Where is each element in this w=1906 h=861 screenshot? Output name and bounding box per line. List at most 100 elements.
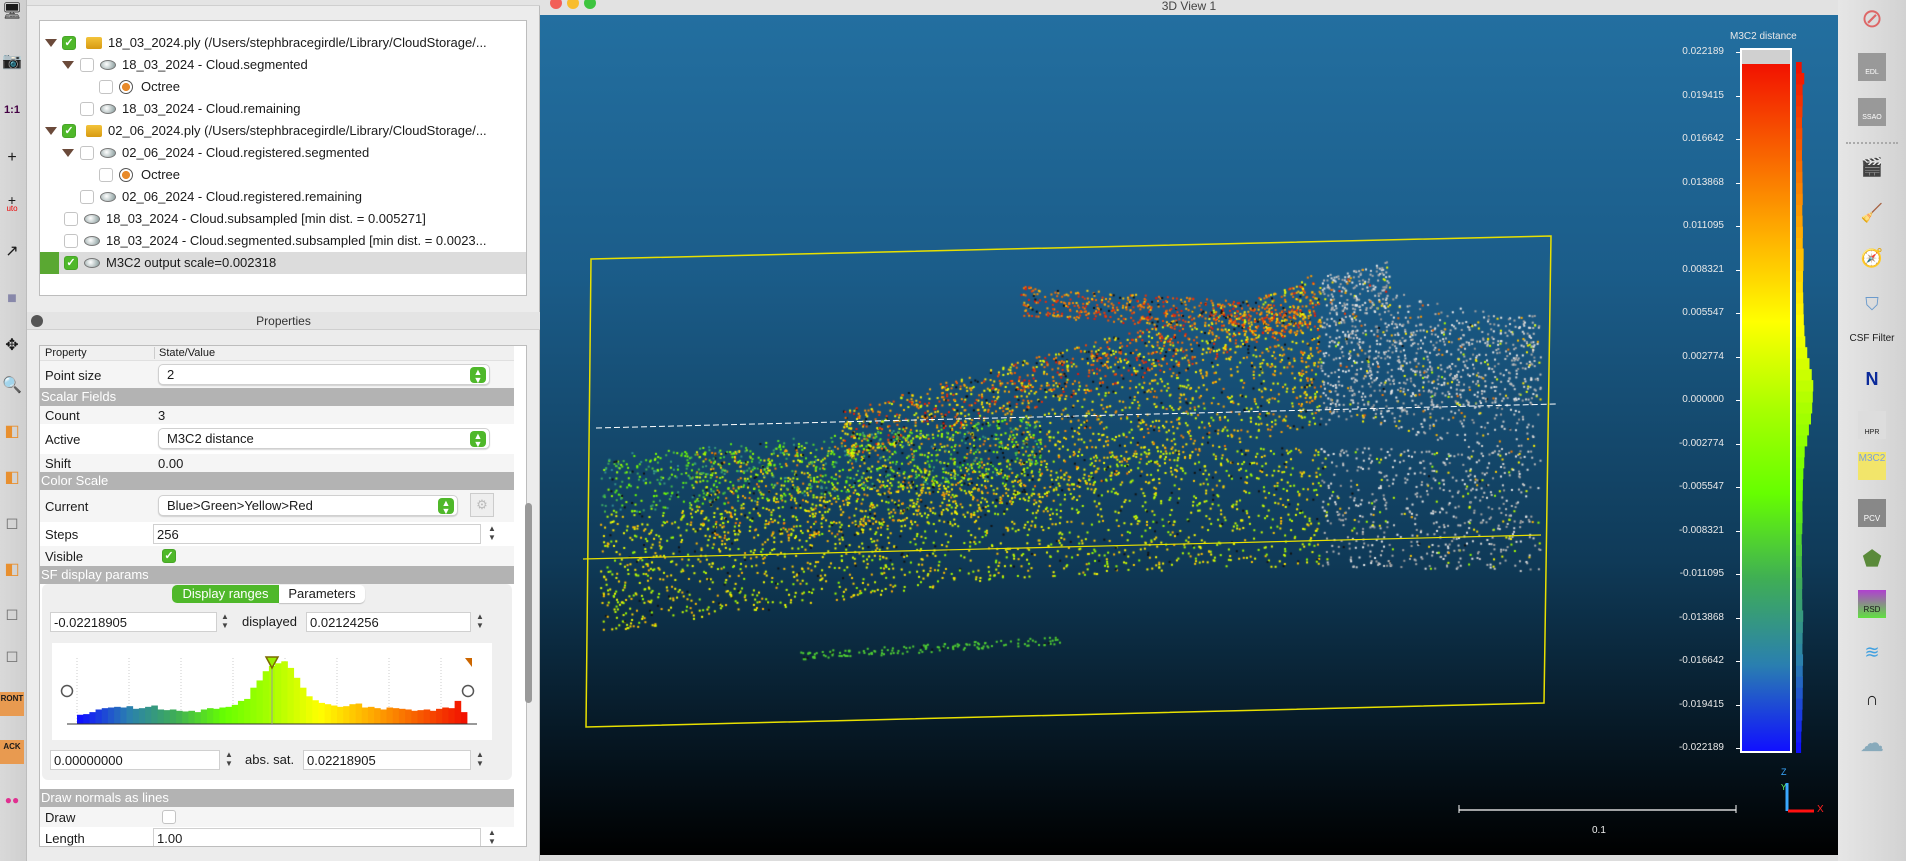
visibility-checkbox[interactable] xyxy=(80,102,94,116)
csf-filter-label[interactable]: CSF Filter xyxy=(1838,333,1906,344)
display-min-input[interactable]: -0.02218905 xyxy=(50,612,217,632)
zoom-magnifier-icon[interactable]: 🔍 xyxy=(0,374,24,398)
normal-orient-icon[interactable]: N xyxy=(1858,365,1886,393)
broom-icon[interactable]: 🧹 xyxy=(1858,199,1886,227)
color-bar-hist-bin xyxy=(1796,237,1803,249)
camera-icon[interactable]: 📷 xyxy=(0,50,24,74)
color-bar-hist-bin xyxy=(1796,654,1804,666)
expand-arrow-icon[interactable] xyxy=(62,149,74,157)
visibility-checkbox[interactable] xyxy=(80,190,94,204)
view-top-icon[interactable]: ◧ xyxy=(0,420,24,444)
display-icon[interactable]: 🖥 xyxy=(0,0,24,24)
expand-arrow-icon[interactable] xyxy=(45,127,57,135)
color-scale-combo[interactable]: Blue>Green>Yellow>Red ▲ ▼ xyxy=(158,495,458,516)
abs-sat-label: abs. sat. xyxy=(245,752,295,767)
visibility-checkbox[interactable]: ✓ xyxy=(62,124,76,138)
pcv-button[interactable]: PCV xyxy=(1858,499,1886,527)
length-spinner[interactable]: ▲ ▼ xyxy=(486,828,498,846)
sf-histogram[interactable] xyxy=(52,643,492,740)
draw-checkbox[interactable] xyxy=(162,810,176,824)
m3c2-button[interactable]: M3C2 xyxy=(1858,452,1886,480)
saturation-min-handle[interactable] xyxy=(60,684,74,698)
ssao-shader-button[interactable]: SSAO xyxy=(1858,98,1886,126)
color-bar-tick xyxy=(1736,617,1741,619)
layers-icon[interactable]: ≋ xyxy=(1858,638,1886,666)
tree-item[interactable]: 18_03_2024 - Cloud.segmented.subsampled … xyxy=(40,230,526,252)
color-bar-hist-bin xyxy=(1796,292,1804,304)
color-bar-tick xyxy=(1736,704,1741,706)
hpr-button[interactable]: HPR xyxy=(1858,411,1886,439)
color-dots-icon[interactable]: ●● xyxy=(0,788,24,812)
display-max-spinner[interactable]: ▲ ▼ xyxy=(474,612,486,632)
tree-item[interactable]: 02_06_2024 - Cloud.registered.segmented xyxy=(40,142,526,164)
sat-max-spinner[interactable]: ▲ ▼ xyxy=(474,750,486,770)
auto-pivot-icon[interactable]: + uto xyxy=(0,195,24,219)
sat-max-input[interactable]: 0.02218905 xyxy=(303,750,471,770)
tree-item[interactable]: ✓ M3C2 output scale=0.002318 xyxy=(40,252,526,274)
cloud-ruler-icon[interactable]: ☁ xyxy=(1858,730,1886,758)
tree-item[interactable]: Octree xyxy=(40,76,526,98)
visibility-checkbox[interactable]: ✓ xyxy=(62,36,76,50)
display-max-input[interactable]: 0.02124256 xyxy=(306,612,471,632)
stop-icon[interactable]: ⊘ xyxy=(1858,4,1886,32)
animation-clapper-icon[interactable]: 🎬 xyxy=(1858,153,1886,181)
tab-display-ranges[interactable]: Display ranges xyxy=(172,585,279,603)
display-min-spinner[interactable]: ▲ ▼ xyxy=(219,612,231,632)
front-iso-button[interactable]: RONT xyxy=(0,692,24,716)
view-left-icon[interactable]: ◻ xyxy=(0,512,24,536)
move-icon[interactable]: ✥ xyxy=(0,334,24,358)
steps-spinner[interactable]: ▲ ▼ xyxy=(486,524,498,544)
close-window-button[interactable] xyxy=(550,0,562,9)
expand-arrow-icon[interactable] xyxy=(62,61,74,69)
rsd-button[interactable]: RSD xyxy=(1858,590,1886,618)
tab-parameters[interactable]: Parameters xyxy=(279,585,365,603)
properties-table: Property State/Value Point size 2 ▲ ▼ Scal… xyxy=(39,345,527,847)
sat-min-input[interactable]: 0.00000000 xyxy=(50,750,220,770)
minimize-window-button[interactable] xyxy=(567,0,579,9)
back-iso-button[interactable]: ACK xyxy=(0,740,24,764)
float-panel-icon[interactable] xyxy=(31,315,43,327)
tree-item[interactable]: 18_03_2024 - Cloud.segmented xyxy=(40,54,526,76)
visibility-checkbox[interactable] xyxy=(64,212,78,226)
color-bar-tick xyxy=(1736,139,1741,140)
sat-min-spinner[interactable]: ▲ ▼ xyxy=(223,750,235,770)
properties-scrollbar[interactable] xyxy=(525,503,532,703)
view-bottom-icon[interactable]: ◻ xyxy=(0,645,24,669)
magnet-icon[interactable]: ∩ xyxy=(1858,685,1886,713)
view-front-icon[interactable]: ◧ xyxy=(0,466,24,490)
expand-arrow-icon[interactable] xyxy=(45,39,57,47)
color-bar-hist-bin xyxy=(1796,94,1803,107)
tree-item[interactable]: Octree xyxy=(40,164,526,186)
crosshair-icon[interactable]: + xyxy=(0,146,24,170)
dodecahedron-icon[interactable]: ⬟ xyxy=(1858,545,1886,573)
point-size-combo[interactable]: 2 ▲ ▼ xyxy=(158,364,490,385)
visibility-checkbox[interactable] xyxy=(99,80,113,94)
view-right-icon[interactable]: ◻ xyxy=(0,603,24,627)
maximize-window-button[interactable] xyxy=(584,0,596,9)
visibility-checkbox[interactable] xyxy=(80,146,94,160)
tree-item[interactable]: 02_06_2024 - Cloud.registered.remaining xyxy=(40,186,526,208)
saturation-max-handle[interactable] xyxy=(461,684,475,698)
3d-viewport[interactable]: 0.1 Z Y X M3C2 distance 0.022189 0.019415… xyxy=(540,15,1838,855)
view-back-icon[interactable]: ◧ xyxy=(0,558,24,582)
compass-icon[interactable]: 🧭 xyxy=(1858,244,1886,272)
visibility-checkbox[interactable]: ✓ xyxy=(64,256,78,270)
visibility-checkbox[interactable] xyxy=(64,234,78,248)
steps-input[interactable]: 256 xyxy=(153,524,481,544)
rotate-icon[interactable]: ↗ xyxy=(0,240,24,264)
tree-item[interactable]: 18_03_2024 - Cloud.remaining xyxy=(40,98,526,120)
edl-shader-button[interactable]: EDL xyxy=(1858,53,1886,81)
shield-icon[interactable]: ⛉ xyxy=(1858,290,1886,318)
tree-item[interactable]: ✓ 18_03_2024.ply (/Users/stephbracegirdle… xyxy=(40,32,526,54)
one-to-one-zoom-button[interactable]: 1:1 xyxy=(0,98,24,122)
tree-item[interactable]: 18_03_2024 - Cloud.subsampled [min dist.… xyxy=(40,208,526,230)
visibility-checkbox[interactable] xyxy=(99,168,113,182)
length-input[interactable]: 1.00 xyxy=(153,828,481,846)
histogram-bar xyxy=(145,706,152,724)
tree-item[interactable]: ✓ 02_06_2024.ply (/Users/stephbracegirdle… xyxy=(40,120,526,142)
active-sf-combo[interactable]: M3C2 distance ▲ ▼ xyxy=(158,428,490,449)
gear-icon[interactable]: ⚙ xyxy=(470,493,494,517)
visible-checkbox[interactable]: ✓ xyxy=(162,549,176,563)
perspective-cube-icon[interactable]: ■ xyxy=(0,287,24,311)
visibility-checkbox[interactable] xyxy=(80,58,94,72)
